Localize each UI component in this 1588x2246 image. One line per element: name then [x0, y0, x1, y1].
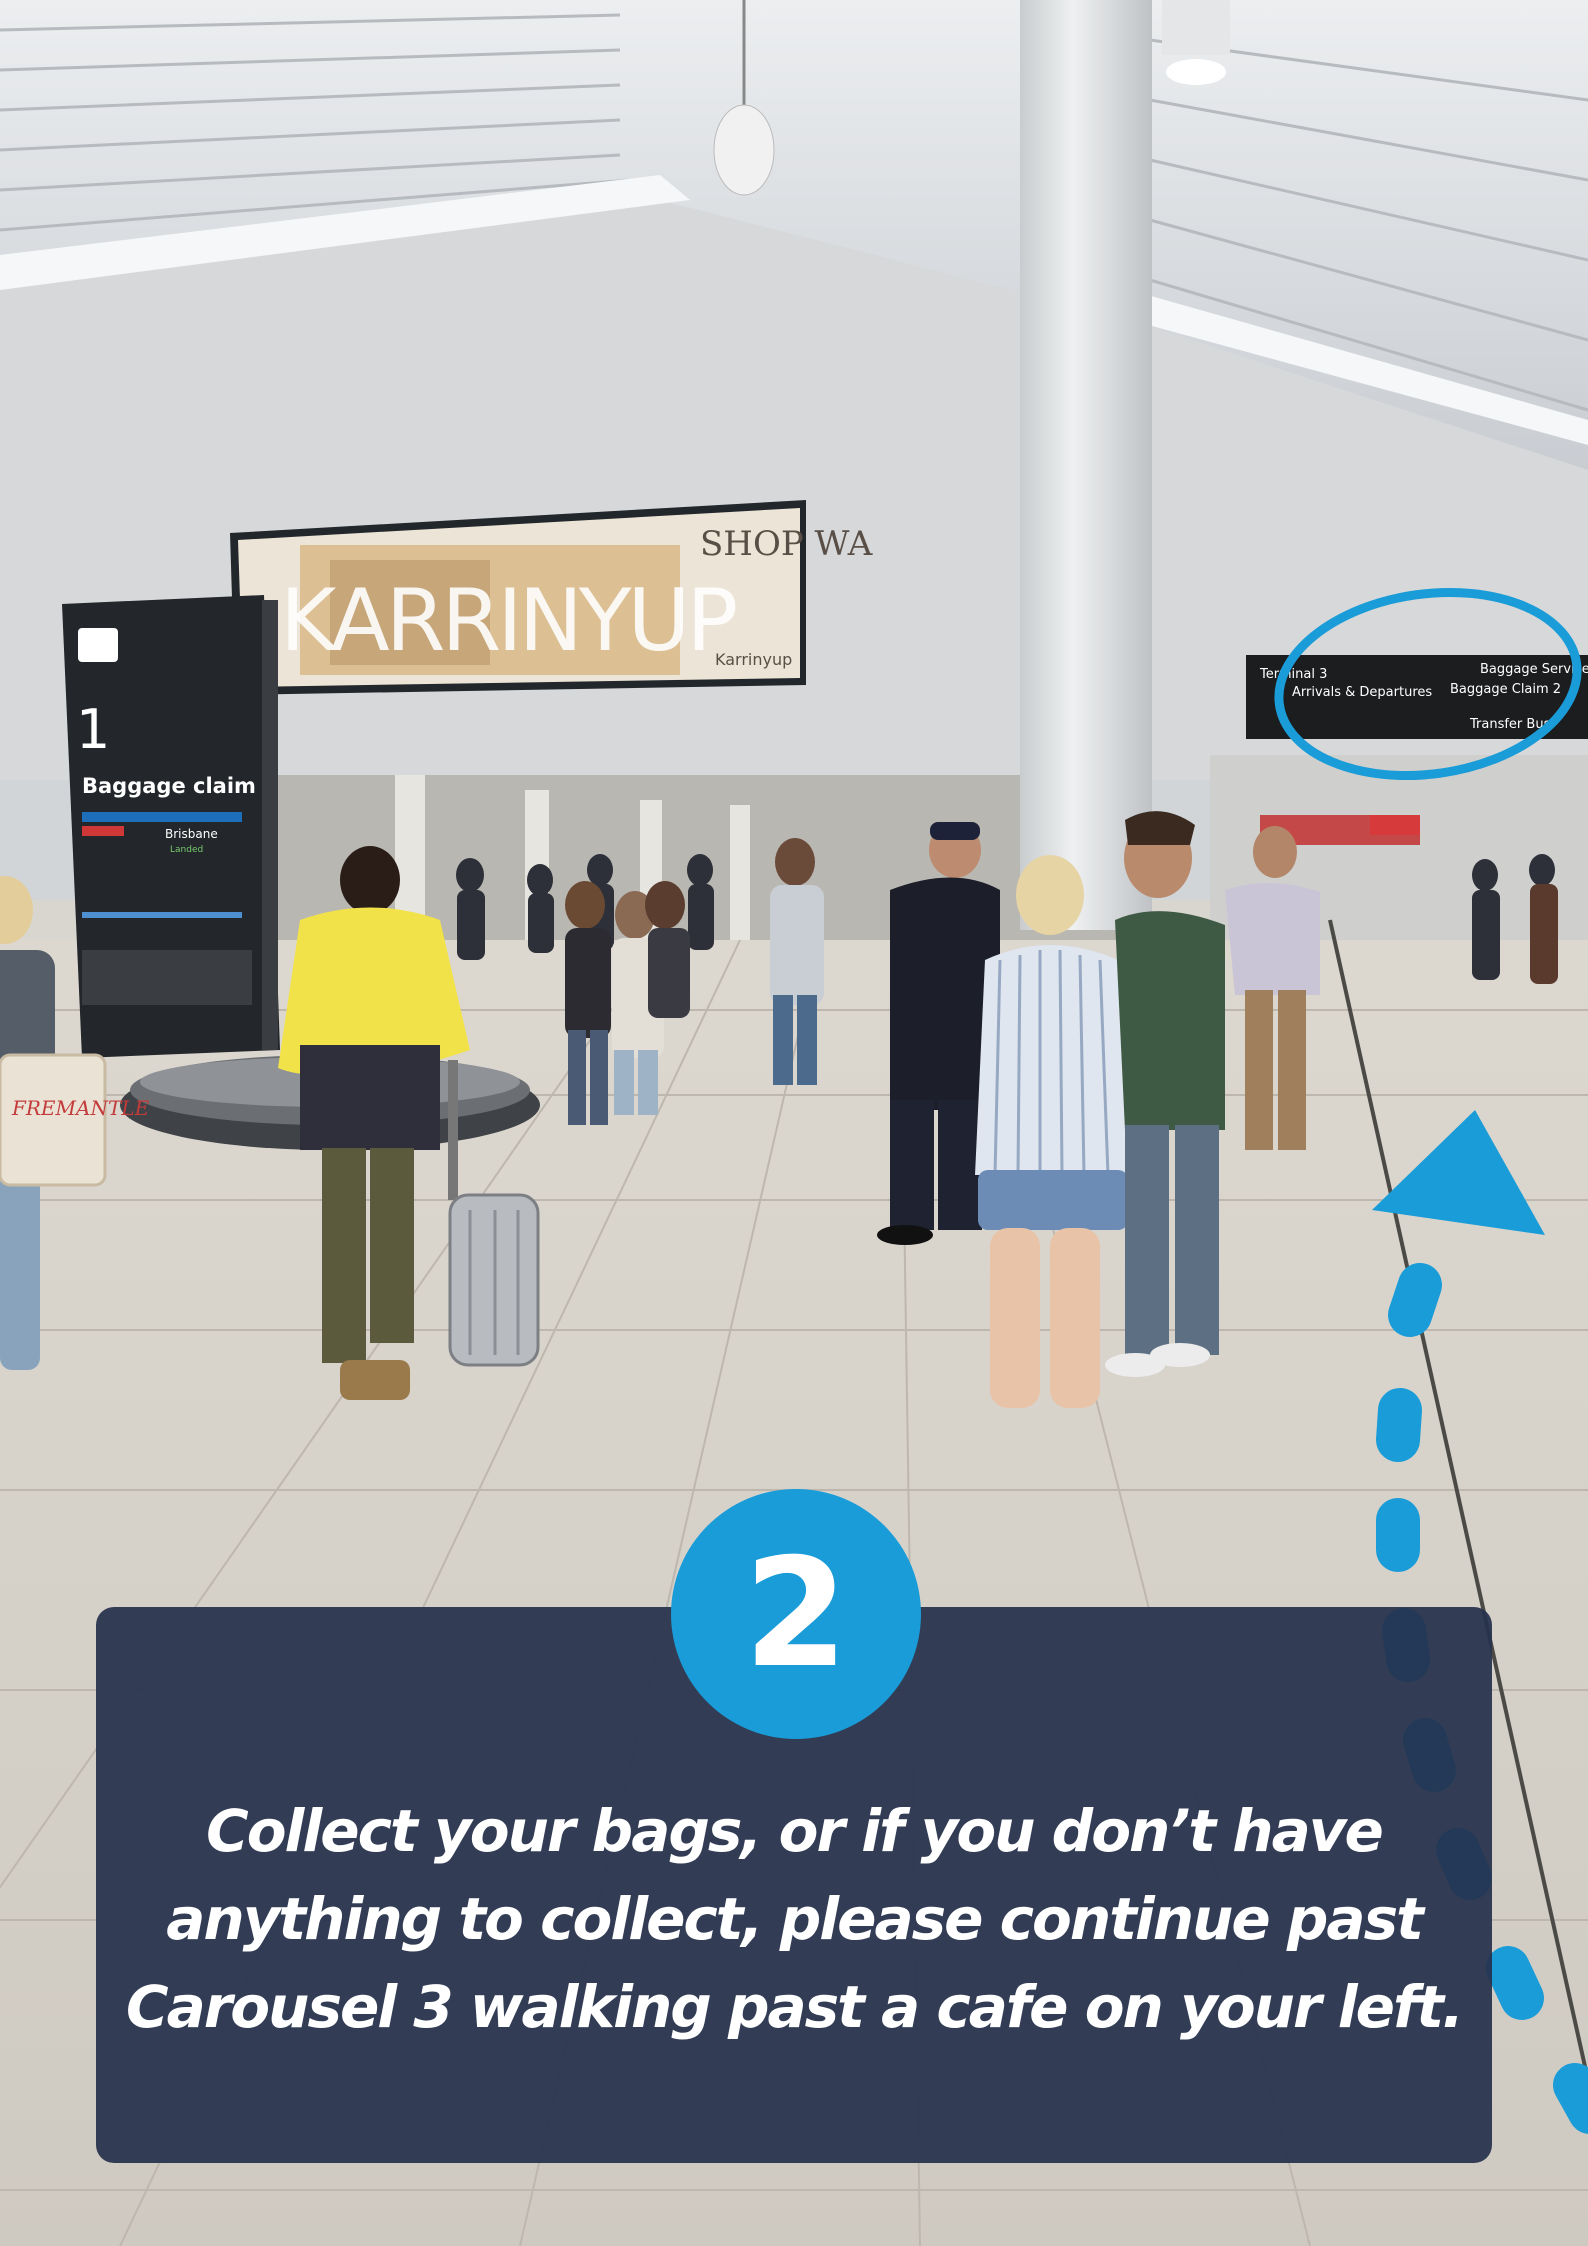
instruction-line: Carousel 3 walking past a cafe on your l… [126, 1973, 1464, 2041]
suitcase-icon [78, 628, 118, 662]
svg-text:Baggage Claim 2: Baggage Claim 2 [1450, 682, 1561, 697]
instruction-line: Collect your bags, or if you don’t have [206, 1797, 1384, 1865]
step-number: 2 [743, 1527, 849, 1701]
svg-text:Arrivals & Departures: Arrivals & Departures [1292, 685, 1432, 700]
sign-title: Baggage claim [82, 774, 256, 798]
instruction-text: Collect your bags, or if you don’t have … [96, 1787, 1492, 2051]
svg-text:SHOP WA: SHOP WA [700, 524, 873, 564]
ceiling-lamp [1162, 0, 1230, 85]
svg-text:Terminal 3: Terminal 3 [1259, 667, 1327, 682]
tote-bag [0, 1053, 107, 1187]
overhead-directional-sign: Terminal 3 Arrivals & Departures Baggage… [1246, 655, 1588, 739]
step-number-badge: 2 [671, 1489, 921, 1739]
svg-text:Karrinyup: Karrinyup [715, 650, 792, 669]
main-pillar [1020, 0, 1152, 930]
svg-text:Baggage Services: Baggage Services [1480, 662, 1588, 677]
baggage-claim-pillar-sign: 1 Baggage claim Brisbane Landed [62, 595, 280, 1058]
svg-text:Landed: Landed [170, 845, 203, 855]
sign-number: 1 [76, 698, 110, 761]
karrinyup-billboard: KARRINYUP SHOP WA Karrinyup [230, 500, 873, 695]
svg-text:FREMANTLE: FREMANTLE [11, 1096, 150, 1120]
svg-text:Brisbane: Brisbane [165, 827, 218, 841]
instruction-line: anything to collect, please continue pas… [166, 1885, 1424, 1953]
svg-text:KARRINYUP: KARRINYUP [280, 571, 735, 671]
